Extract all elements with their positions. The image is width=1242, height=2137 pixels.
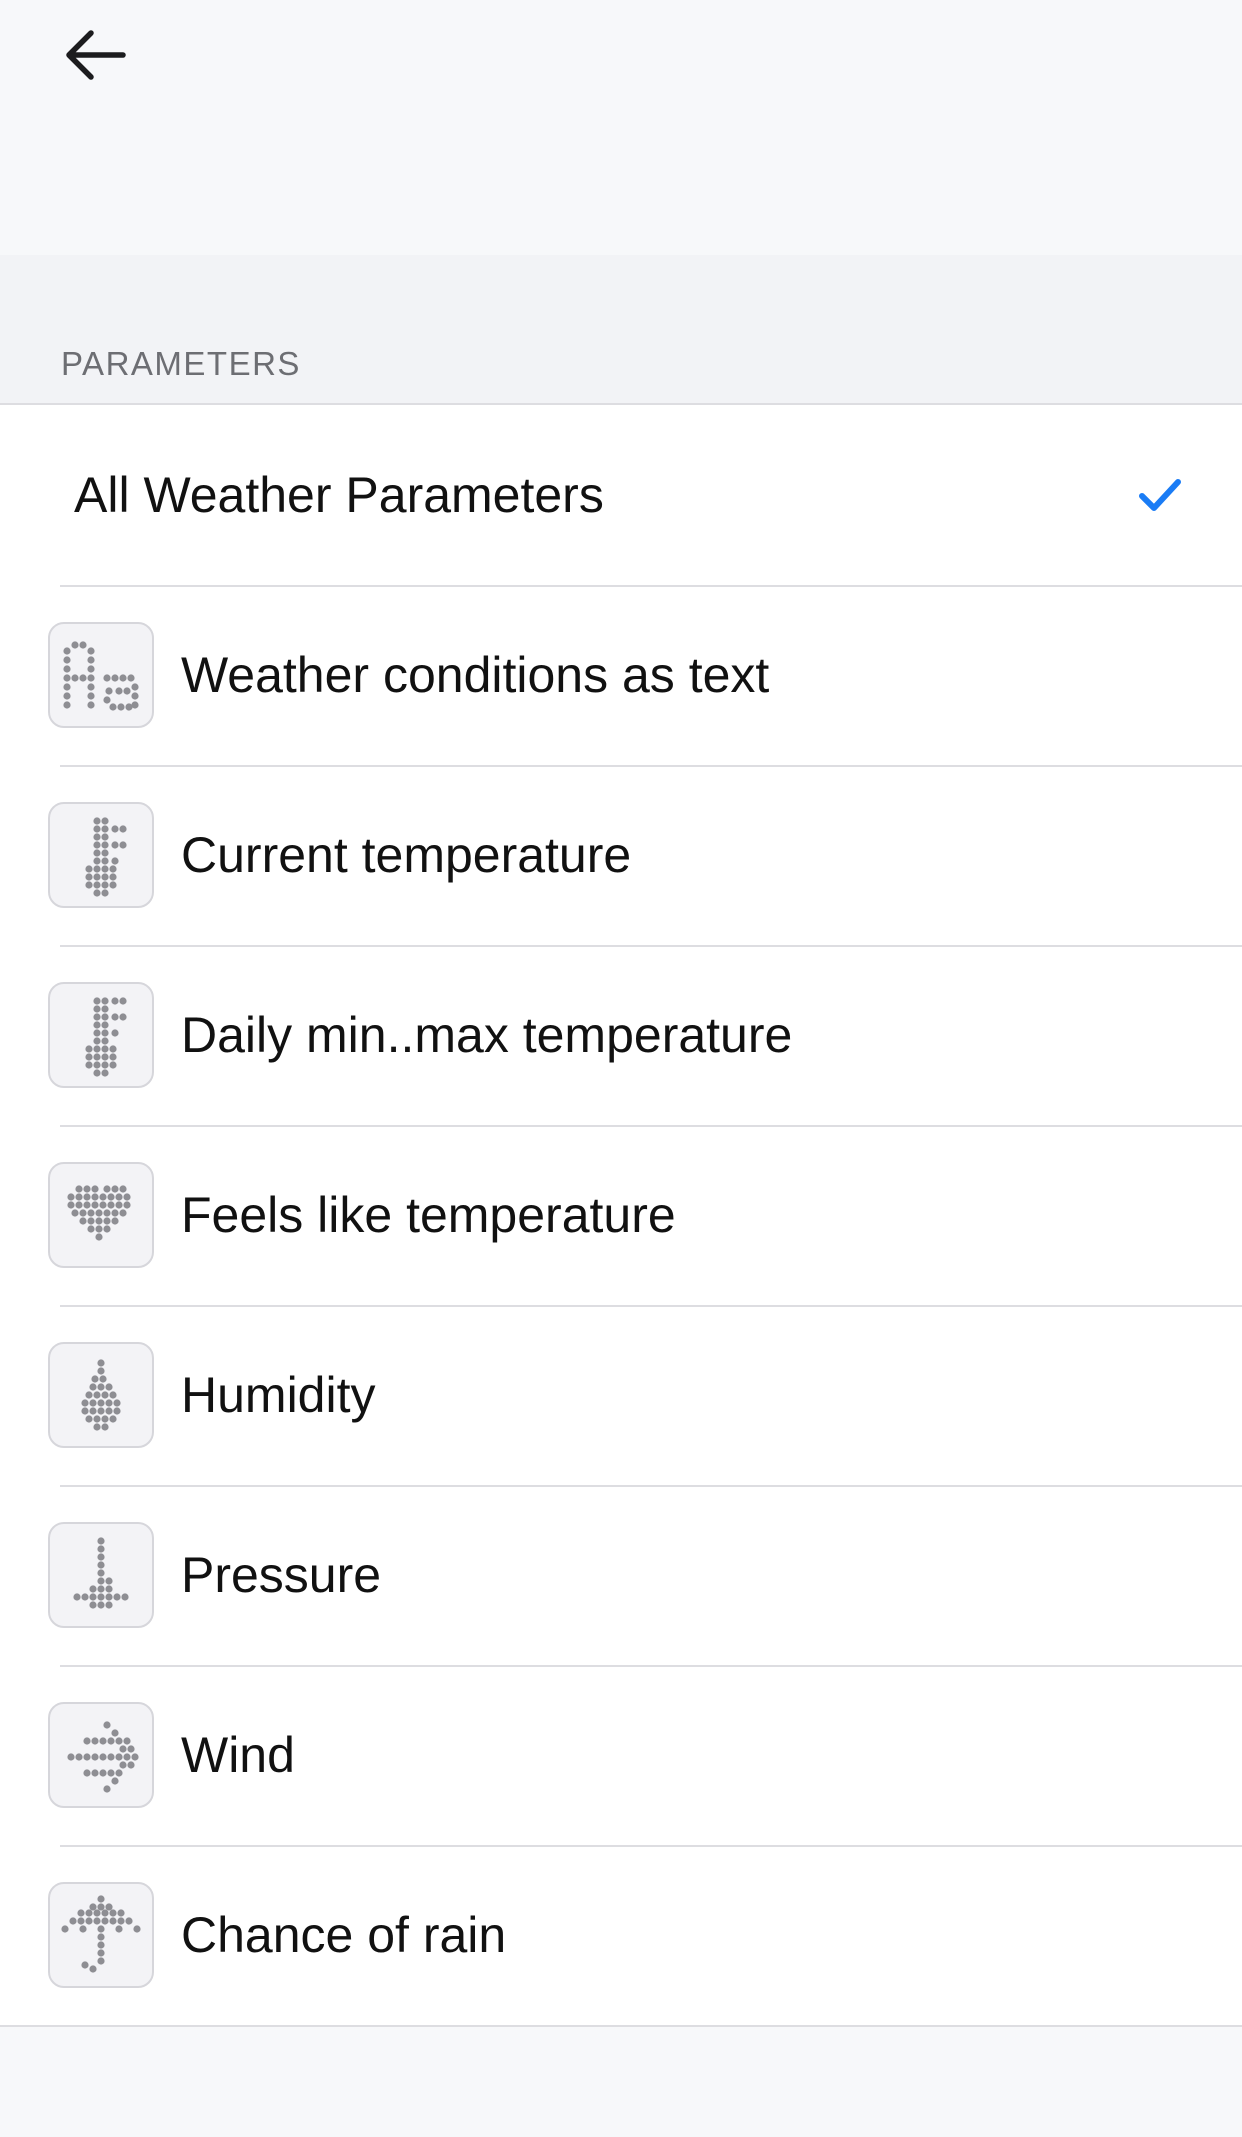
list-item-daily-min-max-temperature[interactable]: Daily min..max temperature [0, 945, 1242, 1125]
back-button[interactable] [50, 20, 140, 90]
heart-dot-icon [48, 1162, 154, 1268]
droplet-dot-icon [48, 1342, 154, 1448]
text-aa-dot-icon [48, 622, 154, 728]
list-item-current-temperature[interactable]: Current temperature [0, 765, 1242, 945]
thermometer-range-dot-icon [48, 982, 154, 1088]
list-item-label: Pressure [181, 1547, 382, 1603]
list-item-label: Daily min..max temperature [181, 1007, 793, 1063]
list-item-humidity[interactable]: Humidity [0, 1305, 1242, 1485]
wind-arrow-dot-icon [48, 1702, 154, 1808]
list-item-wind[interactable]: Wind [0, 1665, 1242, 1845]
list-item-pressure[interactable]: Pressure [0, 1485, 1242, 1665]
list-item-label: Current temperature [181, 827, 632, 883]
umbrella-dot-icon [48, 1882, 154, 1988]
thermometer-dot-icon [48, 802, 154, 908]
checkmark-icon [1139, 479, 1181, 511]
section-header-parameters: PARAMETERS [61, 345, 301, 382]
list-item-label: Feels like temperature [181, 1187, 676, 1243]
list-item-weather-conditions[interactable]: Weather conditions as text [0, 585, 1242, 765]
parameters-list: All Weather Parameters Weather condition… [0, 403, 1242, 2027]
list-item-feels-like-temperature[interactable]: Feels like temperature [0, 1125, 1242, 1305]
gauge-dot-icon [48, 1522, 154, 1628]
list-item-label: Wind [181, 1727, 295, 1783]
list-item-chance-of-rain[interactable]: Chance of rain [0, 1845, 1242, 2025]
arrow-left-icon [66, 30, 126, 80]
list-item-label: Weather conditions as text [181, 647, 770, 703]
list-item-label: Humidity [181, 1367, 376, 1423]
list-item-label: All Weather Parameters [74, 467, 604, 523]
list-item-all-weather-parameters[interactable]: All Weather Parameters [0, 405, 1242, 585]
list-item-label: Chance of rain [181, 1907, 507, 1963]
navigation-bar [0, 0, 1242, 255]
